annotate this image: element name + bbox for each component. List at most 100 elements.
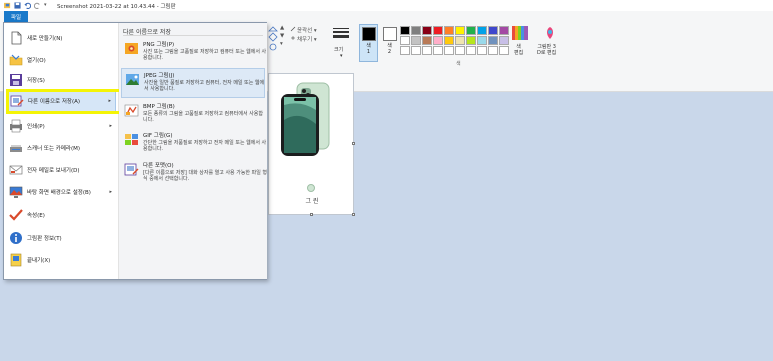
bmp-icon [124,104,139,117]
submenu-item-title: JPEG 그림(J) [144,73,175,79]
submenu-item-description: 간단한 그림을 저품질로 저장하고 전자 메일 또는 웹에서 사용합니다. [143,140,267,152]
palette-swatch[interactable] [466,26,476,35]
outline-icon [290,26,296,32]
size-dropdown-icon[interactable]: ▾ [340,53,343,59]
save-as-other-format[interactable]: 다른 포맷(O) [다른 이름으로 저장] 대화 상자를 열고 사용 가능한 파… [121,159,267,189]
desktop-background-icon [9,186,23,198]
save-as-jpeg[interactable]: JPEG 그림(J) 사진을 일반 품질로 저장하고 컴퓨터, 전자 메일 또는… [121,68,265,98]
save-as-png[interactable]: PNG 그림(P) 사진 또는 그림을 고품질로 저장하고 컴퓨터 또는 웹에서… [121,38,266,68]
menu-item-new[interactable]: 새로 만들기(N) [6,27,116,49]
quick-save-icon[interactable] [14,2,21,9]
open-folder-icon [9,54,23,66]
color2-button[interactable]: 색 2 [381,24,398,62]
window-title: Screenshot 2021-03-22 at 10.43.44 - 그림판 [57,3,176,10]
palette-swatch[interactable] [444,26,454,35]
palette-swatch[interactable] [466,46,476,55]
resize-handle-corner[interactable] [352,213,355,216]
menu-item-set-desktop-background[interactable]: 바탕 화면 배경으로 설정(B) ▸ [6,181,116,203]
palette-swatch[interactable] [499,36,509,45]
print-icon [10,119,22,133]
menu-item-about[interactable]: 그림판 정보(T) [6,227,116,249]
palette-swatch[interactable] [444,36,454,45]
submenu-item-title: PNG 그림(P) [143,42,175,48]
submenu-item-description: 모든 종류의 그림을 고품질로 저장하고 컴퓨터에서 사용합니다. [143,111,263,123]
palette-swatch[interactable] [400,46,410,55]
palette-swatch[interactable] [455,36,465,45]
colors-group-label: 색 [456,61,461,67]
palette-swatch[interactable] [422,46,432,55]
redo-icon[interactable] [34,2,41,9]
palette-swatch[interactable] [411,46,421,55]
shape-arrow[interactable]: ▲ [280,25,284,31]
image-canvas[interactable]: 그 린 [268,73,355,216]
menu-item-label: 끝내기(X) [27,258,51,264]
outline-dropdown[interactable]: 윤곽선 ▾ [297,26,317,34]
save-as-bmp[interactable]: BMP 그림(B) 모든 종류의 그림을 고품질로 저장하고 컴퓨터에서 사용합… [121,100,265,130]
edit-colors-icon [512,26,528,40]
menu-item-email[interactable]: 전자 메일로 보내기(D) [6,159,116,181]
submenu-item-title: BMP 그림(B) [143,104,175,110]
palette-swatch[interactable] [433,26,443,35]
resize-handle-right[interactable] [352,142,355,145]
paint-3d-icon [547,27,553,39]
menu-item-save[interactable]: 저장(S) [6,69,116,91]
fill-dropdown[interactable]: 채우기 ▾ [297,35,317,43]
submenu-item-title: 다른 포맷(O) [143,163,174,169]
palette-swatch[interactable] [433,46,443,55]
size-label[interactable]: 크기 [334,46,343,53]
phone-image [281,82,330,156]
undo-icon[interactable] [24,2,31,9]
save-icon [10,74,22,86]
menu-item-exit[interactable]: 끝내기(X) [6,249,116,271]
palette-swatch[interactable] [499,46,509,55]
palette-swatch[interactable] [499,26,509,35]
properties-icon [9,209,23,221]
palette-swatch[interactable] [466,36,476,45]
palette-swatch[interactable] [400,26,410,35]
palette-swatch[interactable] [400,36,410,45]
file-tab[interactable]: 파일 [4,11,28,22]
palette-swatch[interactable] [444,46,454,55]
menu-item-open[interactable]: 열기(O) [6,49,116,71]
shape-more[interactable]: ▾ [280,41,283,47]
resize-handle-bottom[interactable] [310,213,313,216]
customize-quick-access-icon[interactable]: ▾ [44,2,51,9]
shape-scroll-icons[interactable] [268,26,278,52]
color1-label: 색 1 [366,43,371,55]
palette-swatch[interactable] [477,26,487,35]
palette-swatch[interactable] [488,36,498,45]
edit-colors-button[interactable]: 색 편집 [514,44,523,56]
color1-button[interactable]: 색 1 [359,24,378,62]
shape-arrow-2[interactable]: ▼ [280,33,284,39]
palette-swatch[interactable] [433,36,443,45]
palette-swatch[interactable] [422,26,432,35]
color2-swatch [382,27,397,41]
palette-swatch[interactable] [477,36,487,45]
palette-swatch[interactable] [488,46,498,55]
jpeg-icon [126,74,139,85]
menu-item-label: 스캐너 또는 카메라(M) [27,146,81,152]
palette-swatch[interactable] [455,26,465,35]
submenu-item-title: GIF 그림(G) [143,133,173,139]
submenu-arrow-icon: ▸ [109,123,112,129]
size-icon[interactable] [333,28,349,42]
paint-3d-button[interactable]: 그림판 3 D로 편집 [537,44,556,56]
palette-swatch[interactable] [488,26,498,35]
email-icon [9,165,23,175]
palette-swatch[interactable] [422,36,432,45]
menu-item-scanner[interactable]: 스캐너 또는 카메라(M) [6,137,116,159]
menu-item-label: 저장(S) [27,78,45,84]
title-bar: ▾ Screenshot 2021-03-22 at 10.43.44 - 그림… [0,0,773,11]
menu-item-properties[interactable]: 속성(E) [6,204,116,226]
color-palette [400,26,509,55]
menu-item-print[interactable]: 인쇄(P) ▸ [6,115,116,137]
color-dot [307,184,315,192]
menu-item-label: 속성(E) [27,213,45,219]
palette-swatch[interactable] [411,36,421,45]
palette-swatch[interactable] [477,46,487,55]
save-as-gif[interactable]: GIF 그림(G) 간단한 그림을 저품질로 저장하고 전자 메일 또는 웹에서… [121,129,267,159]
palette-swatch[interactable] [455,46,465,55]
png-icon [125,43,138,54]
menu-item-label: 새로 만들기(N) [27,36,63,42]
palette-swatch[interactable] [411,26,421,35]
